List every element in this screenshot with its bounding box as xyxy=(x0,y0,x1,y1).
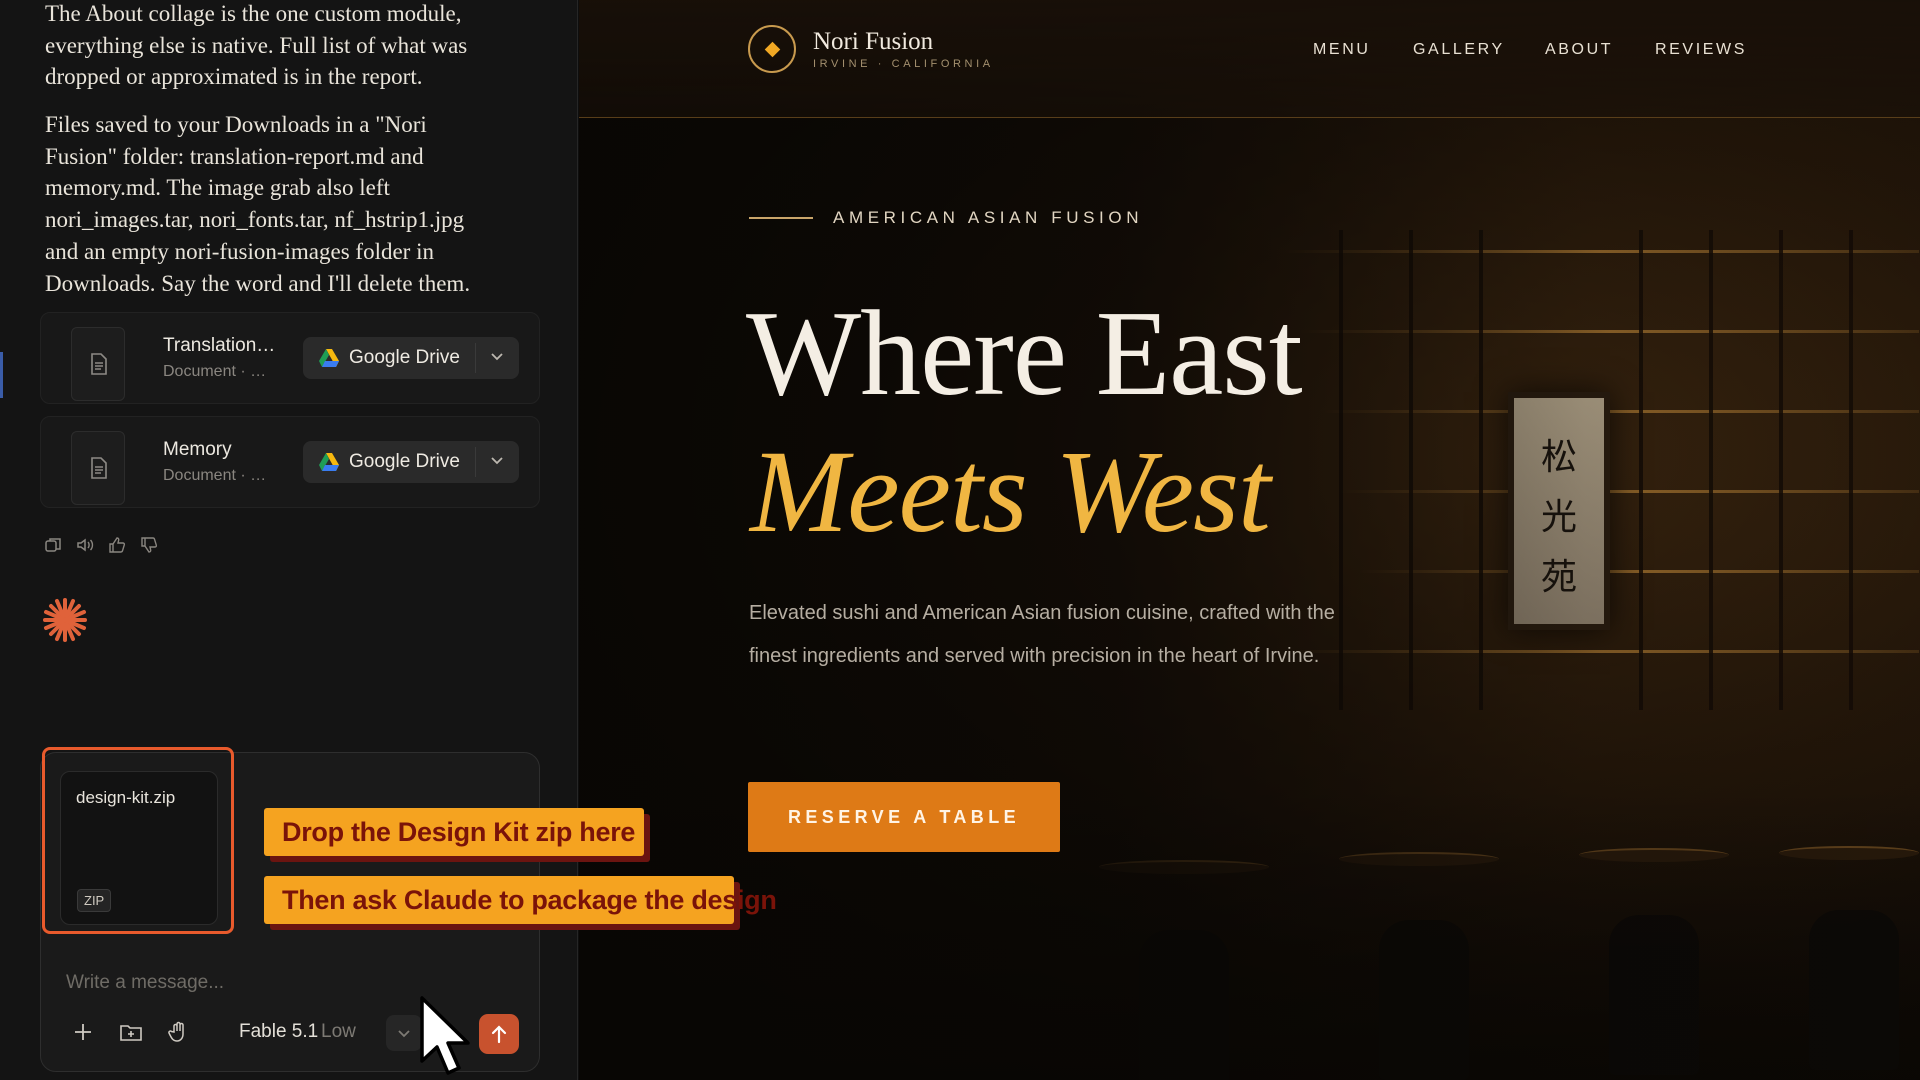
message-input[interactable] xyxy=(66,968,446,998)
plus-icon[interactable] xyxy=(71,1020,95,1044)
folder-add-icon[interactable] xyxy=(119,1020,143,1044)
model-dropdown[interactable] xyxy=(386,1015,422,1051)
chevron-down-icon xyxy=(398,1030,410,1038)
attachment-highlight-box xyxy=(42,747,234,934)
file-name: Memory xyxy=(163,439,232,460)
hero-title-line-2: Meets West xyxy=(750,426,1271,557)
chevron-down-icon xyxy=(491,353,503,361)
assistant-message-paragraph: The About collage is the one custom modu… xyxy=(45,1,468,90)
arrow-up-icon xyxy=(491,1025,507,1044)
hero-description: Elevated sushi and American Asian fusion… xyxy=(749,602,1335,667)
hand-icon[interactable] xyxy=(167,1020,191,1044)
file-card-translation-report[interactable]: Translation… Document · … Google Drive xyxy=(40,312,540,404)
nav-reviews[interactable]: REVIEWS xyxy=(1655,41,1747,59)
save-to-drive-button[interactable]: Google Drive xyxy=(303,337,519,379)
speaker-icon[interactable] xyxy=(76,536,94,554)
copy-icon[interactable] xyxy=(44,536,62,554)
google-drive-icon xyxy=(319,349,339,367)
file-type: Document · … xyxy=(163,363,267,380)
document-icon xyxy=(71,327,125,401)
thumbs-down-icon[interactable] xyxy=(140,536,158,554)
hero-eyebrow: AMERICAN ASIAN FUSION xyxy=(833,208,1144,227)
chevron-down-icon xyxy=(491,457,503,465)
brand-location: IRVINE · CALIFORNIA xyxy=(813,58,994,70)
google-drive-icon xyxy=(319,453,339,471)
claude-spark-icon xyxy=(43,598,87,642)
hero-title-line-1: Where East xyxy=(746,286,1303,421)
brand-logo-icon[interactable] xyxy=(748,25,796,73)
nav-menu[interactable]: MENU xyxy=(1313,41,1371,59)
document-icon xyxy=(71,431,125,505)
save-options-dropdown[interactable] xyxy=(476,441,519,483)
thumbs-up-icon[interactable] xyxy=(108,536,126,554)
nav-about[interactable]: ABOUT xyxy=(1545,41,1613,59)
effort-level[interactable]: Low xyxy=(321,1021,356,1043)
google-drive-button[interactable]: Google Drive xyxy=(303,441,475,483)
drive-label: Google Drive xyxy=(349,451,460,472)
save-to-drive-button[interactable]: Google Drive xyxy=(303,441,519,483)
mouse-pointer-icon xyxy=(420,996,470,1075)
file-name: Translation… xyxy=(163,335,276,356)
file-type: Document · … xyxy=(163,467,267,484)
assistant-message-paragraph: Files saved to your Downloads in a "Nori… xyxy=(45,112,471,296)
website-preview: 松光苑 Nori Fusion IRVINE · CALIFORNIA MENU… xyxy=(579,0,1920,1080)
scroll-indicator xyxy=(0,352,3,398)
file-card-memory[interactable]: Memory Document · … Google Drive xyxy=(40,416,540,508)
tutorial-banner: Drop the Design Kit zip here xyxy=(264,808,644,856)
save-options-dropdown[interactable] xyxy=(476,337,519,379)
model-selector[interactable]: Fable 5.1 xyxy=(239,1021,318,1043)
google-drive-button[interactable]: Google Drive xyxy=(303,337,475,379)
eyebrow-divider xyxy=(749,217,813,219)
brand-name[interactable]: Nori Fusion xyxy=(813,28,933,56)
drive-label: Google Drive xyxy=(349,347,460,368)
tutorial-banner: Then ask Claude to package the design xyxy=(264,876,777,924)
reserve-table-button[interactable]: RESERVE A TABLE xyxy=(748,782,1060,852)
nav-gallery[interactable]: GALLERY xyxy=(1413,41,1505,59)
